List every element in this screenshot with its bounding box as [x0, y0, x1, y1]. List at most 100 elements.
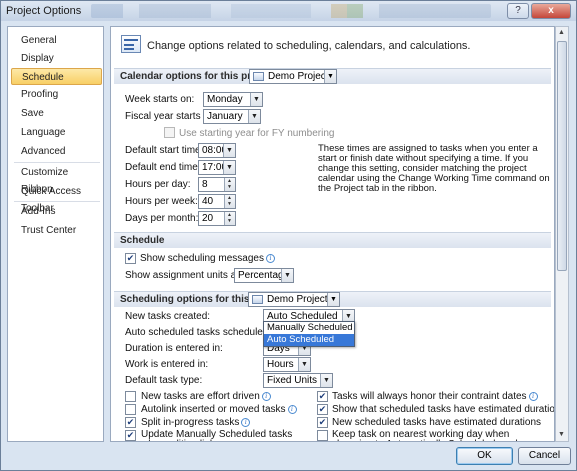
chevron-down-icon: ▼ — [327, 293, 339, 306]
default-end-time-label: Default end time: — [125, 162, 201, 173]
sidebar-item-add-ins[interactable]: Add-Ins — [11, 203, 102, 220]
chevron-down-icon: ▼ — [281, 269, 293, 282]
assignment-units-select[interactable]: Percentage ▼ — [234, 268, 294, 283]
effort-driven-checkbox[interactable] — [125, 391, 136, 402]
vertical-scrollbar[interactable]: ▲ ▼ — [555, 26, 569, 442]
chevron-down-icon: ▼ — [324, 70, 336, 83]
dialog-footer: OK Cancel — [1, 444, 576, 470]
split-in-progress-checkbox[interactable]: ✔ — [125, 417, 136, 428]
fiscal-year-value: January — [207, 111, 243, 122]
scheduling-project-value: Demo Project — [267, 294, 328, 305]
dropdown-option-manually-scheduled[interactable]: Manually Scheduled — [264, 322, 354, 334]
days-per-month-label: Days per month: — [125, 213, 199, 224]
keep-nearest-working-day-label: Keep task on nearest working day when ch… — [332, 429, 523, 442]
sidebar-item-schedule[interactable]: Schedule — [11, 68, 102, 85]
default-task-type-label: Default task type: — [125, 375, 203, 386]
sidebar-item-display[interactable]: Display — [11, 50, 102, 67]
work-entered-label: Work is entered in: — [125, 359, 209, 370]
auto-scheduled-on-label: Auto scheduled tasks scheduled on: — [125, 327, 286, 338]
spin-arrows-icon[interactable]: ▲ ▼ — [224, 212, 235, 225]
hours-per-week-label: Hours per week: — [125, 196, 198, 207]
default-end-time-select[interactable]: 17:00 ▼ — [198, 160, 236, 175]
estimated-durations-checkbox[interactable]: ✔ — [317, 404, 328, 415]
sidebar-divider — [14, 201, 100, 202]
week-starts-label: Week starts on: — [125, 94, 195, 105]
title-bar: Project Options ? x — [1, 1, 576, 21]
keep-nearest-working-day-checkbox[interactable] — [317, 430, 328, 441]
blurred-ribbon-background — [91, 4, 491, 18]
page-header-text: Change options related to scheduling, ca… — [147, 40, 471, 52]
work-entered-select[interactable]: Hours ▼ — [263, 357, 311, 372]
split-in-progress-label: Split in-progress tasks i — [141, 417, 251, 428]
schedule-header-icon — [121, 35, 141, 53]
sidebar-item-quick-access-toolbar[interactable]: Quick Access Toolbar — [11, 183, 102, 214]
default-task-type-select[interactable]: Fixed Units ▼ — [263, 373, 333, 388]
autolink-tasks-checkbox[interactable] — [125, 404, 136, 415]
week-starts-value: Monday — [207, 94, 243, 105]
info-icon[interactable]: i — [528, 391, 538, 401]
fiscal-year-select[interactable]: January ▼ — [203, 109, 261, 124]
help-button[interactable]: ? — [507, 3, 529, 19]
fy-numbering-label: Use starting year for FY numbering — [179, 128, 335, 139]
default-start-time-label: Default start time: — [125, 145, 204, 156]
effort-driven-label: New tasks are effort driven i — [141, 391, 271, 402]
options-sidebar: General Display Schedule Proofing Save L… — [7, 26, 104, 442]
sidebar-item-proofing[interactable]: Proofing — [11, 86, 102, 103]
show-scheduling-messages-checkbox[interactable]: ✔ — [125, 253, 136, 264]
show-scheduling-messages-label: Show scheduling messages i — [140, 253, 275, 264]
ok-button[interactable]: OK — [456, 447, 513, 465]
chevron-down-icon: ▼ — [248, 110, 260, 123]
hours-per-week-value: 40 — [202, 196, 214, 207]
new-estimated-durations-checkbox[interactable]: ✔ — [317, 417, 328, 428]
update-manual-tasks-label: Update Manually Scheduled tasks when edi… — [141, 429, 293, 442]
sidebar-item-customize-ribbon[interactable]: Customize Ribbon — [11, 164, 102, 195]
honor-constraint-dates-checkbox[interactable]: ✔ — [317, 391, 328, 402]
fy-numbering-checkbox[interactable] — [164, 127, 175, 138]
sidebar-item-save[interactable]: Save — [11, 105, 102, 122]
close-button[interactable]: x — [531, 3, 571, 19]
scheduling-project-select[interactable]: Demo Project ▼ — [248, 292, 340, 307]
chevron-down-icon: ▼ — [320, 374, 332, 387]
update-manual-tasks-checkbox[interactable]: ✔ — [125, 430, 136, 441]
info-icon[interactable]: i — [241, 417, 251, 427]
fiscal-year-label: Fiscal year starts in: — [125, 111, 214, 122]
sidebar-item-trust-center[interactable]: Trust Center — [11, 222, 102, 239]
new-estimated-durations-label: New scheduled tasks have estimated durat… — [332, 417, 542, 428]
chevron-down-icon: ▼ — [250, 93, 262, 106]
info-icon[interactable]: i — [265, 253, 275, 263]
autolink-tasks-label: Autolink inserted or moved tasks i — [141, 404, 297, 415]
chevron-down-icon: ▼ — [223, 144, 235, 157]
info-icon[interactable]: i — [287, 404, 297, 414]
schedule-options-panel: Change options related to scheduling, ca… — [110, 26, 555, 442]
sidebar-item-general[interactable]: General — [11, 32, 102, 49]
work-entered-value: Hours — [267, 359, 294, 370]
estimated-durations-label: Show that scheduled tasks have estimated… — [332, 404, 554, 415]
default-start-time-select[interactable]: 08:00 ▼ — [198, 143, 236, 158]
days-per-month-value: 20 — [202, 213, 214, 224]
spin-arrows-icon[interactable]: ▲ ▼ — [224, 195, 235, 208]
calendar-times-note: These times are assigned to tasks when y… — [318, 143, 550, 194]
sidebar-item-language[interactable]: Language — [11, 124, 102, 141]
schedule-section-header: Schedule — [114, 232, 551, 248]
scrollbar-thumb[interactable] — [557, 41, 567, 271]
honor-constraint-dates-label: Tasks will always honor their contraint … — [332, 391, 538, 402]
scroll-up-icon[interactable]: ▲ — [558, 29, 565, 36]
hours-per-day-spinner[interactable]: 8 ▲ ▼ — [198, 177, 236, 192]
spin-arrows-icon[interactable]: ▲ ▼ — [224, 178, 235, 191]
sidebar-item-advanced[interactable]: Advanced — [11, 143, 102, 160]
sidebar-divider — [14, 162, 100, 163]
info-icon[interactable]: i — [261, 391, 271, 401]
hours-per-day-label: Hours per day: — [125, 179, 191, 190]
week-starts-select[interactable]: Monday ▼ — [203, 92, 263, 107]
calendar-project-select[interactable]: Demo Project ▼ — [249, 69, 337, 84]
hours-per-week-spinner[interactable]: 40 ▲ ▼ — [198, 194, 236, 209]
cancel-button[interactable]: Cancel — [518, 447, 571, 465]
project-options-window: Project Options ? x General Display Sche… — [0, 0, 577, 471]
dropdown-option-auto-scheduled[interactable]: Auto Scheduled — [264, 334, 354, 346]
duration-entered-label: Duration is entered in: — [125, 343, 223, 354]
default-task-type-value: Fixed Units — [267, 375, 318, 386]
new-tasks-created-label: New tasks created: — [125, 311, 211, 322]
scroll-down-icon[interactable]: ▼ — [558, 431, 565, 438]
days-per-month-spinner[interactable]: 20 ▲ ▼ — [198, 211, 236, 226]
project-icon — [252, 295, 263, 304]
